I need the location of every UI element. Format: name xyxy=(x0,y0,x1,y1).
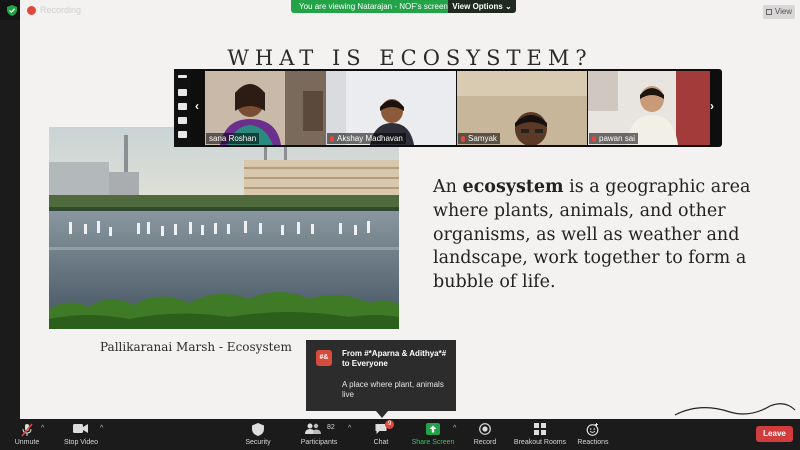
video-tile[interactable]: pawan sai xyxy=(588,71,710,145)
signature-scribble xyxy=(674,403,796,416)
record-icon xyxy=(479,423,491,435)
share-options-chevron-icon[interactable]: ^ xyxy=(453,425,456,432)
video-tile[interactable]: sana Roshan xyxy=(205,71,328,145)
breakout-rooms-icon xyxy=(534,423,546,435)
record-button[interactable]: Record xyxy=(468,419,502,450)
chat-notification-popup[interactable]: #& From #*Aparna & Adithya*# to Everyone… xyxy=(306,340,456,418)
grid-view-icon xyxy=(765,9,772,15)
unmute-label: Unmute xyxy=(14,439,40,446)
definition-text-before: An xyxy=(433,177,463,197)
audio-options-chevron-icon[interactable]: ^ xyxy=(41,425,44,432)
muted-mic-icon xyxy=(592,136,596,142)
share-screen-label: Share Screen xyxy=(411,439,455,446)
marsh-photo xyxy=(49,127,399,329)
reactions-emoji-icon xyxy=(586,423,599,436)
strip-prev-arrow-icon[interactable]: ‹ xyxy=(195,99,199,113)
photo-caption: Pallikaranai Marsh - Ecosystem xyxy=(100,340,292,354)
participants-label: Participants xyxy=(300,439,338,446)
video-tile[interactable]: Samyak xyxy=(457,71,587,145)
active-speaker-icon[interactable] xyxy=(178,89,187,96)
ecosystem-definition: An ecosystem is a geographic area where … xyxy=(433,176,783,295)
video-options-chevron-icon[interactable]: ^ xyxy=(100,425,103,432)
gallery-view-icon[interactable] xyxy=(178,117,187,124)
security-button[interactable]: Security xyxy=(240,419,276,450)
chat-label: Chat xyxy=(373,439,389,446)
top-bar: Recording You are viewing Natarajan - NO… xyxy=(0,0,800,20)
strip-view-icon[interactable] xyxy=(178,103,187,110)
definition-keyword: ecosystem xyxy=(462,177,564,197)
share-screen-arrow-icon xyxy=(426,423,440,435)
participants-options-chevron-icon[interactable]: ^ xyxy=(348,425,351,432)
view-options-button[interactable]: View Options ⌄ xyxy=(448,0,516,13)
strip-next-arrow-icon[interactable]: › xyxy=(710,99,714,113)
breakout-rooms-label: Breakout Rooms xyxy=(513,439,567,446)
security-shield-icon xyxy=(252,423,264,436)
view-button[interactable]: View xyxy=(763,5,795,19)
slide-title: WHAT IS ECOSYSTEM? xyxy=(227,46,593,70)
participant-name: Samyak xyxy=(458,133,500,144)
unmute-button[interactable]: Unmute xyxy=(8,419,46,450)
muted-microphone-icon xyxy=(21,423,33,437)
participants-icon xyxy=(305,423,321,434)
view-button-label: View xyxy=(774,7,793,16)
participant-name: Akshay Madhavan xyxy=(327,133,406,144)
meeting-toolbar: Unmute ^ Stop Video ^ Security 82 Partic… xyxy=(0,419,800,450)
participant-video-strip: ‹ sana Roshan Akshay Madhavan Samyak paw… xyxy=(174,69,722,147)
zoom-meeting-window: WHAT IS ECOSYSTEM? Pallikaranai Marsh - … xyxy=(0,0,800,450)
chat-unread-badge: 9 xyxy=(385,420,394,429)
sender-avatar: #& xyxy=(316,350,332,366)
participants-button[interactable]: 82 Participants xyxy=(298,419,340,450)
muted-mic-icon xyxy=(330,136,334,142)
popup-pointer xyxy=(376,411,388,418)
leave-meeting-button[interactable]: Leave xyxy=(756,426,793,442)
viewing-screen-banner: You are viewing Natarajan - NOF's screen xyxy=(291,0,456,13)
stop-video-label: Stop Video xyxy=(63,439,99,446)
share-screen-button[interactable]: Share Screen xyxy=(410,419,456,450)
minimize-strip-icon[interactable] xyxy=(178,75,187,78)
participant-name: pawan sai xyxy=(589,133,639,144)
strip-view-controls xyxy=(174,69,191,147)
side-by-side-icon[interactable] xyxy=(178,131,187,138)
chat-button[interactable]: 9 Chat xyxy=(366,419,396,450)
left-panel-strip xyxy=(0,20,20,419)
recording-label: Recording xyxy=(40,5,82,15)
breakout-rooms-button[interactable]: Breakout Rooms xyxy=(512,419,568,450)
recording-dot-icon xyxy=(27,6,36,15)
video-tile[interactable]: Akshay Madhavan xyxy=(326,71,456,145)
security-label: Security xyxy=(245,439,271,446)
chat-sender: From #*Aparna & Adithya*# to Everyone xyxy=(342,349,447,368)
shield-icon[interactable] xyxy=(7,5,17,16)
stop-video-button[interactable]: Stop Video xyxy=(60,419,102,450)
reactions-button[interactable]: Reactions xyxy=(574,419,612,450)
video-camera-icon xyxy=(73,424,88,433)
participant-name: sana Roshan xyxy=(206,133,260,144)
chat-message: A place where plant, animals live xyxy=(342,380,444,399)
muted-mic-icon xyxy=(461,136,465,142)
participants-count: 82 xyxy=(327,424,335,431)
record-label: Record xyxy=(473,439,497,446)
reactions-label: Reactions xyxy=(577,439,609,446)
